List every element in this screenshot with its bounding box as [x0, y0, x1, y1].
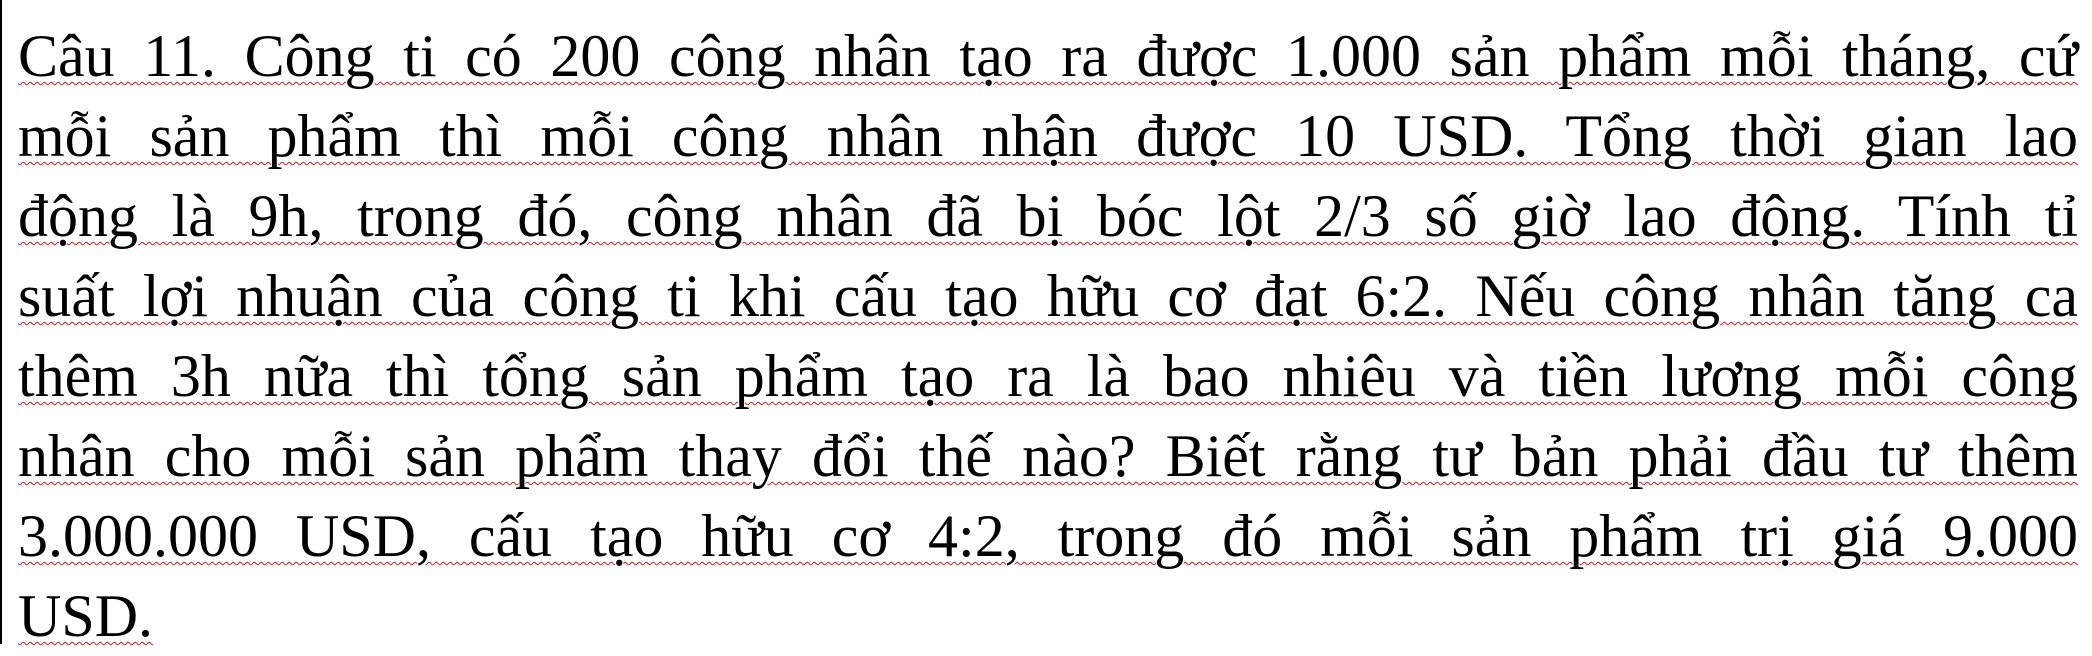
paragraph-line: thêm 3h nữa thì tổng sản phẩm tạo ra là … [18, 343, 2078, 409]
document-page: Câu 11. Công ti có 200 công nhân tạo ra … [0, 0, 2092, 649]
paragraph-line: động là 9h, trong đó, công nhân đã bị bó… [18, 183, 2078, 249]
paragraph-line: suất lợi nhuận của công ti khi cấu tạo h… [18, 263, 2078, 329]
paragraph-line: USD. [18, 583, 154, 649]
paragraph-line: nhân cho mỗi sản phẩm thay đổi thế nào? … [18, 423, 2078, 489]
paragraph-line: 3.000.000 USD, cấu tạo hữu cơ 4:2, trong… [18, 503, 2078, 569]
question-paragraph[interactable]: Câu 11. Công ti có 200 công nhân tạo ra … [18, 16, 2078, 656]
paragraph-line: mỗi sản phẩm thì mỗi công nhân nhận được… [18, 103, 2078, 169]
paragraph-line: Câu 11. Công ti có 200 công nhân tạo ra … [18, 23, 2078, 89]
